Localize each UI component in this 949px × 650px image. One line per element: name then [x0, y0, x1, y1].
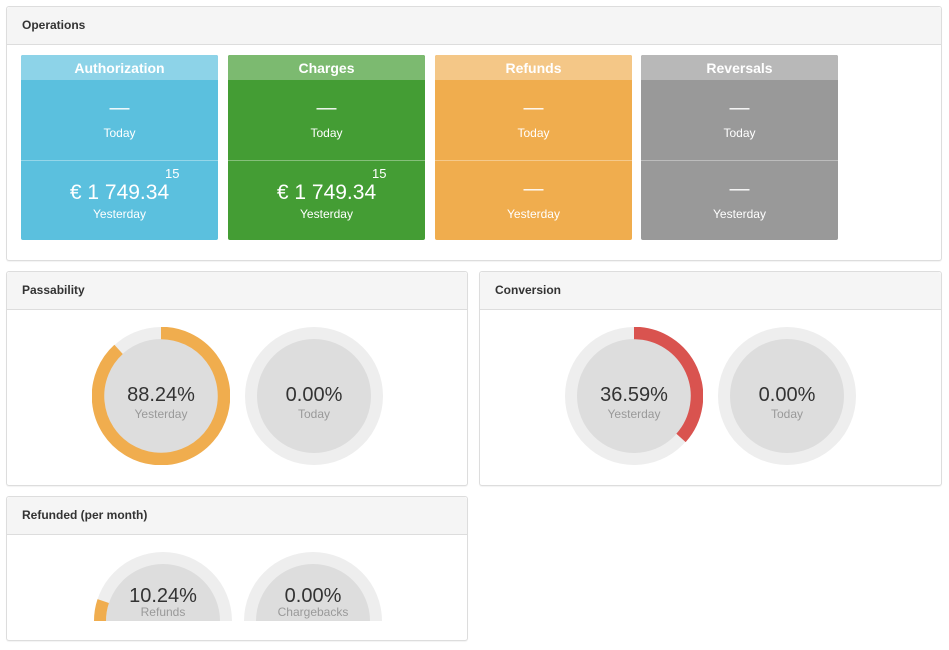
tile-title: Charges — [228, 55, 425, 80]
conversion-panel: Conversion 36.59% Yesterday 0.00% Today — [479, 271, 942, 486]
tile-today-value: — — [729, 97, 750, 119]
tile-title: Refunds — [435, 55, 632, 80]
tile-yesterday-value: — — [523, 178, 544, 200]
refunded-title: Refunded (per month) — [7, 497, 467, 535]
tile-today-label: Today — [723, 126, 756, 140]
gauge-label: Today — [297, 407, 331, 421]
gauge-label: Yesterday — [134, 407, 188, 421]
operations-title: Operations — [7, 7, 941, 45]
gauge-conversion-today: 0.00% Today — [718, 327, 856, 465]
tile-charges[interactable]: Charges — Today 15 € 1 749.34 Yesterday — [228, 55, 425, 240]
tile-today-value: — — [523, 97, 544, 119]
tile-yesterday: — Yesterday — [641, 160, 838, 240]
tile-today: — Today — [641, 80, 838, 160]
gauge-value: 0.00% — [758, 384, 816, 406]
tile-today-label: Today — [517, 126, 550, 140]
tile-reversals[interactable]: Reversals — Today — Yesterday — [641, 55, 838, 240]
tile-yesterday: — Yesterday — [435, 160, 632, 240]
gauge-passability-yesterday: 88.24% Yesterday — [92, 327, 230, 465]
tile-today-value: — — [109, 97, 130, 119]
tile-title: Authorization — [21, 55, 218, 80]
tile-yesterday-value: € 1 749.34 — [276, 181, 377, 204]
gauge-refunds: 10.24% Refunds — [94, 552, 232, 622]
tile-today-label: Today — [103, 126, 136, 140]
tile-today: — Today — [435, 80, 632, 160]
tile-yesterday: 15 € 1 749.34 Yesterday — [21, 160, 218, 240]
gauge-value: 36.59% — [600, 384, 668, 406]
tile-today: — Today — [21, 80, 218, 160]
operations-panel: Operations Authorization — Today 15 € 1 … — [6, 6, 942, 261]
refunded-panel: Refunded (per month) 10.24% Refunds 0.00… — [6, 496, 468, 641]
gauge-passability-today: 0.00% Today — [245, 327, 383, 465]
tile-authorization[interactable]: Authorization — Today 15 € 1 749.34 Yest… — [21, 55, 218, 240]
tile-yesterday-label: Yesterday — [93, 207, 146, 221]
gauge-value: 88.24% — [127, 384, 195, 406]
passability-panel: Passability 88.24% Yesterday 0.00% Today — [6, 271, 468, 486]
tile-title: Reversals — [641, 55, 838, 80]
tile-refunds[interactable]: Refunds — Today — Yesterday — [435, 55, 632, 240]
tile-yesterday: 15 € 1 749.34 Yesterday — [228, 160, 425, 240]
tile-yesterday-label: Yesterday — [713, 207, 766, 221]
tile-yesterday-value: — — [729, 178, 750, 200]
tile-today-value: — — [316, 97, 337, 119]
tile-yesterday-count: 15 — [372, 166, 387, 181]
tile-yesterday-count: 15 — [165, 166, 180, 181]
conversion-title: Conversion — [480, 272, 941, 310]
gauge-label: Refunds — [140, 605, 186, 619]
tile-yesterday-label: Yesterday — [300, 207, 353, 221]
tile-yesterday-label: Yesterday — [507, 207, 560, 221]
gauge-label: Yesterday — [607, 407, 661, 421]
gauge-label: Today — [770, 407, 804, 421]
gauge-chargebacks: 0.00% Chargebacks — [244, 552, 382, 622]
tile-today: — Today — [228, 80, 425, 160]
gauge-conversion-yesterday: 36.59% Yesterday — [565, 327, 703, 465]
gauge-value: 0.00% — [285, 384, 343, 406]
gauge-label: Chargebacks — [277, 605, 349, 619]
tile-yesterday-value: € 1 749.34 — [69, 181, 170, 204]
passability-title: Passability — [7, 272, 467, 310]
tile-today-label: Today — [310, 126, 343, 140]
